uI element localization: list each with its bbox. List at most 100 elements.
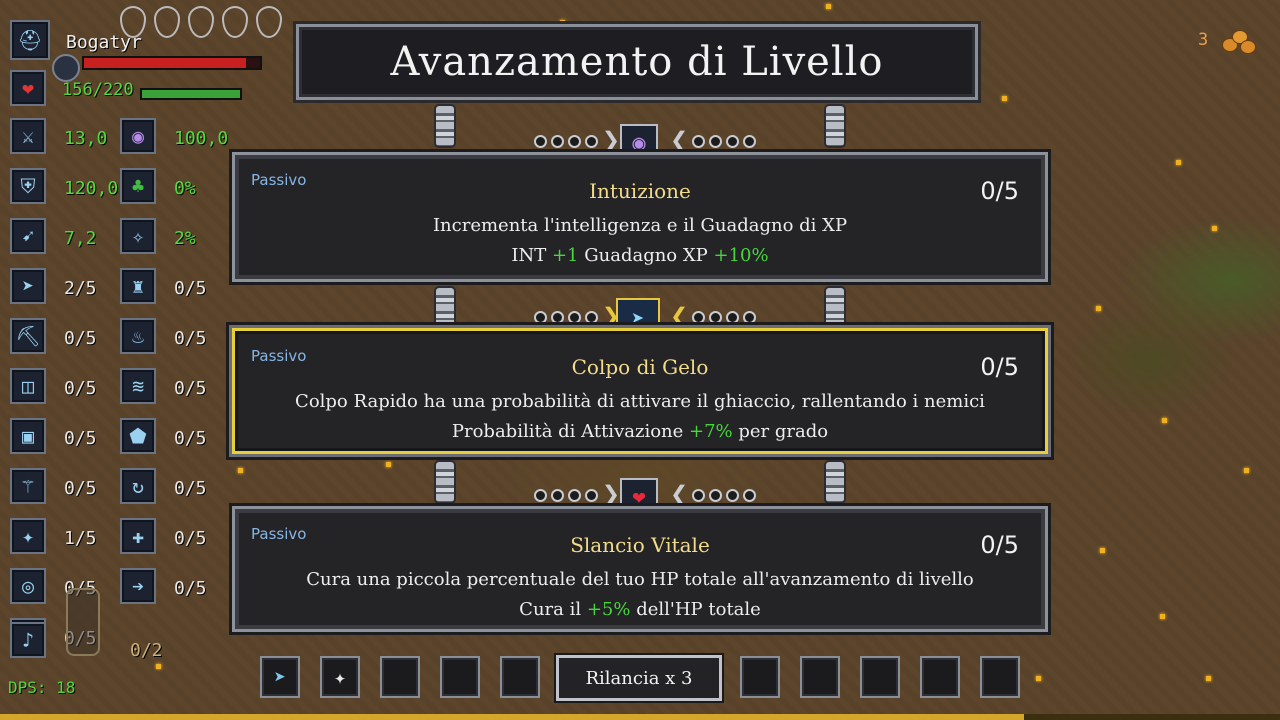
stat-value: 0/5 — [174, 578, 207, 599]
jar-icon — [66, 588, 100, 656]
stamina-bar — [140, 88, 242, 100]
dash-icon: ✦ — [10, 518, 46, 554]
spark — [1100, 548, 1105, 553]
skill-slot[interactable] — [800, 656, 840, 698]
spark — [1206, 676, 1211, 681]
potion-slot-icon — [222, 6, 248, 38]
horn-icon: ♪ — [10, 622, 46, 658]
stat-value: 7,2 — [64, 228, 97, 249]
pickaxe-icon: ⛏ — [10, 318, 46, 354]
spark — [1212, 226, 1217, 231]
hp-text: 156/220 — [62, 80, 134, 100]
upgrade-card-colpo-di-gelo[interactable]: Passivo Colpo di Gelo 0/5 Colpo Rapido h… — [232, 328, 1048, 454]
stat-value: 2/5 — [64, 278, 97, 299]
card-rank: 0/5 — [980, 531, 1019, 559]
potion-slot-icon — [188, 6, 214, 38]
card-rank: 0/5 — [980, 177, 1019, 205]
skill-slot[interactable] — [740, 656, 780, 698]
chain — [824, 460, 846, 504]
skill-slot[interactable] — [500, 656, 540, 698]
stat-value: 0/5 — [174, 328, 207, 349]
effect-text: dell'HP totale — [630, 599, 761, 620]
dash-icon: ✦ — [333, 665, 347, 689]
skill-slot[interactable] — [920, 656, 960, 698]
stat-value: 0/5 — [64, 378, 97, 399]
card-effect: Cura il +5% dell'HP totale — [235, 599, 1045, 620]
spark — [1002, 96, 1007, 101]
stat-value: 0/5 — [174, 528, 207, 549]
skill-slot[interactable] — [980, 656, 1020, 698]
potion-slots — [120, 6, 282, 38]
frost-arrow-icon: ➤ — [10, 268, 46, 304]
ring-icon: ◎ — [10, 568, 46, 604]
card-name: Slancio Vitale — [570, 533, 710, 557]
stat-value: 13,0 — [64, 128, 108, 149]
effect-text: Guadagno XP — [578, 245, 714, 266]
chain — [434, 460, 456, 504]
wind-icon: ≋ — [120, 368, 156, 404]
spark — [238, 468, 243, 473]
hp-bar — [82, 56, 262, 70]
card-name: Colpo di Gelo — [571, 355, 709, 379]
skill-slot[interactable] — [380, 656, 420, 698]
card-effect: INT +1 Guadagno XP +10% — [235, 245, 1045, 266]
page-title: Avanzamento di Livello — [390, 39, 884, 85]
sword-plus-icon: ⚔ — [10, 118, 46, 154]
stat-value: 0/5 — [174, 478, 207, 499]
effect-text: per grado — [732, 421, 829, 442]
card-name: Intuizione — [589, 179, 691, 203]
effect-bonus: +1 — [551, 245, 579, 266]
slots-counter: 0/2 — [130, 640, 163, 661]
pentagon-icon: ⬟ — [120, 418, 156, 454]
stat-value: 0/5 — [64, 478, 97, 499]
whirl-icon: ↻ — [120, 468, 156, 504]
stat-value: 100,0 — [174, 128, 229, 149]
spark — [826, 4, 831, 9]
player-portrait: ⛑ — [10, 20, 50, 60]
eye-icon: ◉ — [120, 118, 156, 154]
skill-slot[interactable]: ➤ — [260, 656, 300, 698]
card-description: Incrementa l'intelligenza e il Guadagno … — [432, 215, 848, 236]
effect-text: INT — [511, 245, 552, 266]
effect-bonus: +5% — [586, 599, 631, 620]
frost-arrow-icon: ➤ — [273, 665, 287, 689]
effect-bonus: +7% — [689, 421, 733, 442]
upgrade-card-intuizione[interactable]: Passivo Intuizione 0/5 Incrementa l'inte… — [232, 152, 1048, 282]
dps-readout: DPS: 18 — [8, 678, 76, 697]
chain — [824, 104, 846, 148]
arrow-icon: ➔ — [120, 568, 156, 604]
crit-hand-icon: ✧ — [120, 218, 156, 254]
stat-value: 0% — [174, 178, 196, 199]
spark — [156, 664, 161, 669]
stat-value: 0/5 — [64, 328, 97, 349]
stat-value: 0/5 — [174, 278, 207, 299]
stat-value: 120,0 — [64, 178, 119, 199]
card-rank: 0/5 — [980, 353, 1019, 381]
spark — [1162, 418, 1167, 423]
stat-value: 2% — [174, 228, 196, 249]
boot-speed-icon: ➹ — [10, 218, 46, 254]
card-description: Colpo Rapido ha una probabilità di attiv… — [295, 391, 985, 412]
spark — [1176, 160, 1181, 165]
xp-bar — [0, 714, 1280, 720]
spark — [1160, 614, 1165, 619]
barrier-icon: ◫ — [10, 368, 46, 404]
upgrade-card-slancio-vitale[interactable]: Passivo Slancio Vitale 0/5 Cura una picc… — [232, 506, 1048, 632]
shield-icon: ⛨ — [10, 168, 46, 204]
statue-icon: ♜ — [120, 268, 156, 304]
stat-value: 0/5 — [174, 428, 207, 449]
stat-value: 0/5 — [174, 378, 207, 399]
spark — [1244, 468, 1249, 473]
blade-icon: ⚚ — [10, 468, 46, 504]
chain — [434, 286, 456, 330]
potion-slot-icon — [154, 6, 180, 38]
skill-slot[interactable]: ✦ — [320, 656, 360, 698]
reroll-button[interactable]: Rilancia x 3 — [556, 655, 722, 701]
level-up-title-plate: Avanzamento di Livello — [296, 24, 978, 100]
skill-slot[interactable] — [860, 656, 900, 698]
chain — [824, 286, 846, 330]
skill-slot[interactable] — [440, 656, 480, 698]
heart-icon: ❤ — [10, 70, 46, 106]
sparkle-icon: ✚ — [120, 518, 156, 554]
flame-icon: ♨ — [120, 318, 156, 354]
